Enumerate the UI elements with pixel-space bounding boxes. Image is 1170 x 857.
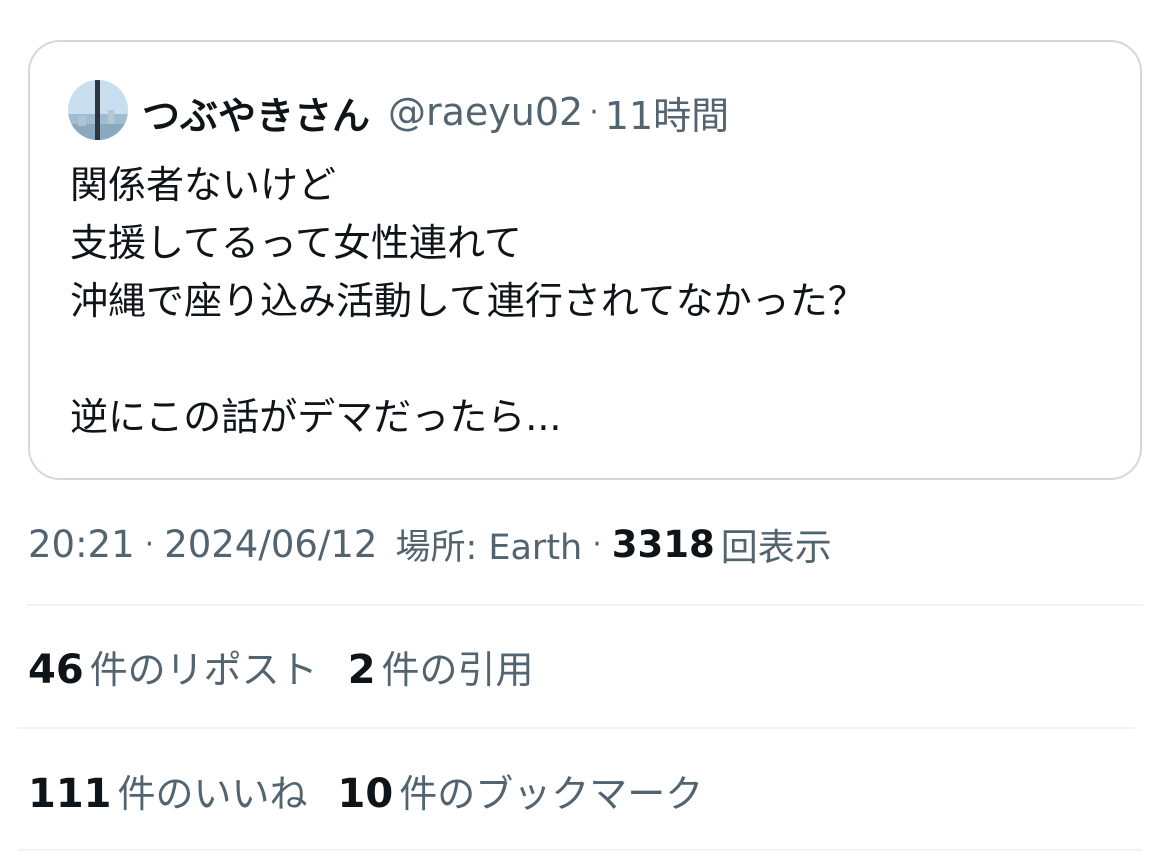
quotes-label: 件の引用 (381, 647, 534, 692)
avatar-photo-icon (68, 80, 128, 140)
divider (18, 849, 1142, 851)
bookmarks-stat-link[interactable]: 10 件のブックマーク (338, 763, 704, 818)
engagement-row-reposts: 46 件のリポスト 2 件の引用 (28, 636, 564, 696)
likes-label: 件のいいね (117, 771, 308, 816)
views-label: 回表示 (720, 526, 832, 569)
author-display-name[interactable]: つぶやきさん (142, 85, 370, 140)
meta-separator: · (144, 526, 155, 562)
quotes-stat-link[interactable]: 2 件の引用 (348, 639, 534, 694)
avatar[interactable] (68, 80, 128, 140)
tweet-text-line (70, 330, 1100, 388)
bookmarks-label: 件のブックマーク (399, 771, 704, 816)
likes-count: 111 (28, 770, 112, 817)
quoted-author-row: つぶやきさん @raeyu02 · 11時間 (142, 84, 729, 140)
author-separator: · (589, 94, 599, 130)
tweet-text-line: 沖縄で座り込み活動して連行されてなかった？ (70, 279, 866, 323)
relative-timestamp[interactable]: 11時間 (605, 85, 729, 140)
quoted-tweet-card[interactable]: つぶやきさん @raeyu02 · 11時間 関係者ないけど 支援してるって女性… (28, 40, 1142, 480)
quoted-tweet-text: 関係者ないけど 支援してるって女性連れて 沖縄で座り込み活動して連行されてなかっ… (70, 156, 1100, 446)
likes-stat-link[interactable]: 111 件のいいね (28, 763, 308, 818)
reposts-count: 46 (28, 646, 84, 693)
post-time[interactable]: 20:21 (28, 523, 135, 566)
divider (26, 604, 1143, 606)
author-handle[interactable]: @raeyu02 (388, 90, 583, 134)
reposts-label: 件のリポスト (89, 647, 318, 692)
meta-separator: · (592, 526, 602, 562)
post-date[interactable]: 2024/06/12 (164, 523, 377, 566)
tweet-text-line: 関係者ないけど (70, 163, 337, 207)
quotes-count: 2 (347, 646, 376, 693)
tweet-text-line: 支援してるって女性連れて (70, 221, 522, 265)
engagement-row-likes: 111 件のいいね 10 件のブックマーク (28, 760, 733, 820)
reposts-stat-link[interactable]: 46 件のリポスト (28, 639, 318, 694)
bookmarks-count: 10 (337, 770, 394, 817)
tweet-meta-row: 20:21 · 2024/06/12 場所: Earth · 3318 回表示 (28, 516, 832, 572)
location-label: 場所: Earth (395, 527, 583, 568)
divider (18, 727, 1134, 729)
views-count: 3318 (611, 522, 715, 566)
tweet-text-line: 逆にこの話がデマだったら... (70, 395, 562, 439)
